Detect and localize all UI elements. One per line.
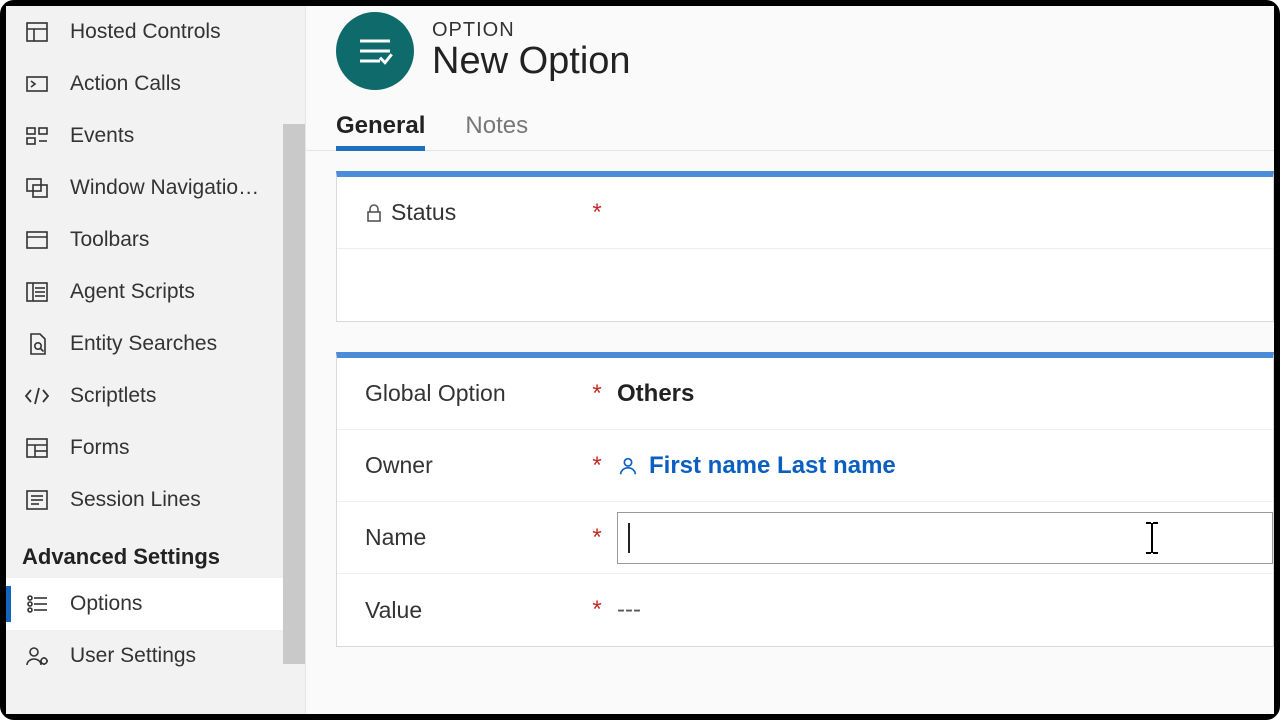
sidebar-item-toolbars[interactable]: Toolbars (6, 214, 305, 266)
entity-badge-icon (336, 12, 414, 90)
field-label-owner: Owner (365, 452, 583, 479)
sidebar-item-label: Toolbars (70, 228, 149, 252)
sidebar-item-label: Hosted Controls (70, 20, 221, 44)
toolbars-icon (24, 228, 50, 252)
action-calls-icon (24, 72, 50, 96)
field-row-status: Status * (337, 177, 1273, 249)
session-lines-icon (24, 488, 50, 512)
window-navigation-icon (24, 176, 50, 200)
sidebar-list: Hosted Controls Action Calls Events Wind… (6, 6, 305, 526)
forms-icon (24, 436, 50, 460)
sidebar-item-window-navigation[interactable]: Window Navigatio… (6, 162, 305, 214)
field-label-text: Status (391, 199, 456, 226)
record-header: OPTION New Option (306, 6, 1274, 106)
field-label-global-option: Global Option (365, 380, 583, 407)
owner-name: First name Last name (649, 452, 896, 480)
panel-details: Global Option * Others Owner * First nam… (336, 352, 1274, 647)
sidebar-item-label: Window Navigatio… (70, 176, 259, 200)
user-settings-icon (24, 644, 50, 668)
field-label-status: Status (365, 199, 583, 226)
agent-scripts-icon (24, 280, 50, 304)
required-marker: * (583, 524, 611, 552)
field-row-name: Name * (337, 502, 1273, 574)
sidebar-item-label: Scriptlets (70, 384, 156, 408)
field-row-owner: Owner * First name Last name (337, 430, 1273, 502)
panel-spacer (337, 249, 1273, 321)
scriptlets-icon (24, 384, 50, 408)
sidebar-item-label: Options (70, 592, 142, 616)
tab-general[interactable]: General (336, 106, 425, 150)
sidebar-heading-advanced: Advanced Settings (6, 526, 305, 578)
sidebar-item-label: Action Calls (70, 72, 181, 96)
sidebar-item-label: Agent Scripts (70, 280, 195, 304)
sidebar-item-action-calls[interactable]: Action Calls (6, 58, 305, 110)
required-marker: * (583, 452, 611, 480)
header-text: OPTION New Option (432, 19, 631, 83)
tab-notes[interactable]: Notes (465, 106, 528, 150)
panel-status: Status * (336, 171, 1274, 322)
sidebar-item-hosted-controls[interactable]: Hosted Controls (6, 6, 305, 58)
tabs: General Notes (306, 106, 1274, 151)
sidebar-item-forms[interactable]: Forms (6, 422, 305, 474)
required-marker: * (583, 380, 611, 408)
required-marker: * (583, 199, 611, 227)
sidebar-item-label: Entity Searches (70, 332, 217, 356)
sidebar-item-label: User Settings (70, 644, 196, 668)
field-label-value: Value (365, 597, 583, 624)
sidebar-item-label: Forms (70, 436, 130, 460)
app-frame: Hosted Controls Action Calls Events Wind… (0, 0, 1280, 720)
hosted-controls-icon (24, 20, 50, 44)
main-area: OPTION New Option General Notes Status * (306, 6, 1274, 714)
sidebar-item-agent-scripts[interactable]: Agent Scripts (6, 266, 305, 318)
sidebar-item-session-lines[interactable]: Session Lines (6, 474, 305, 526)
sidebar: Hosted Controls Action Calls Events Wind… (6, 6, 306, 714)
sidebar-item-label: Session Lines (70, 488, 201, 512)
sidebar-scrollbar[interactable] (283, 124, 305, 664)
sidebar-item-user-settings[interactable]: User Settings (6, 630, 305, 682)
field-value-name-wrap (611, 512, 1273, 564)
name-input[interactable] (617, 512, 1273, 564)
field-value-owner[interactable]: First name Last name (611, 452, 1273, 480)
lock-icon (365, 203, 383, 223)
field-row-global-option: Global Option * Others (337, 358, 1273, 430)
sidebar-item-options[interactable]: Options (6, 578, 305, 630)
text-cursor-icon (1142, 521, 1162, 555)
options-icon (24, 592, 50, 616)
sidebar-item-scriptlets[interactable]: Scriptlets (6, 370, 305, 422)
required-marker: * (583, 596, 611, 624)
sidebar-item-events[interactable]: Events (6, 110, 305, 162)
field-value-value[interactable]: --- (611, 596, 1273, 624)
field-value-global-option[interactable]: Others (611, 380, 1273, 408)
entity-searches-icon (24, 332, 50, 356)
text-caret (628, 523, 630, 553)
person-icon (617, 455, 639, 477)
form-content: Status * Global Option * Others Owner * (306, 151, 1274, 714)
sidebar-item-label: Events (70, 124, 134, 148)
page-title: New Option (432, 40, 631, 83)
field-label-name: Name (365, 524, 583, 551)
sidebar-item-entity-searches[interactable]: Entity Searches (6, 318, 305, 370)
entity-type-label: OPTION (432, 19, 631, 42)
field-row-value: Value * --- (337, 574, 1273, 646)
events-icon (24, 124, 50, 148)
